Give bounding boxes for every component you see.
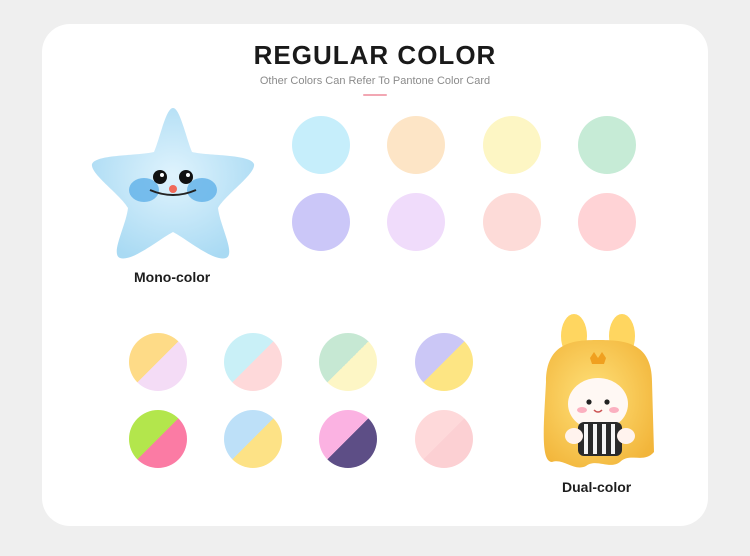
dual-color-label: Dual-color <box>562 479 632 495</box>
dual-swatch <box>129 410 187 468</box>
dual-swatch <box>319 333 377 391</box>
dual-swatch <box>415 410 473 468</box>
bunny-plush-image <box>543 314 654 468</box>
dual-swatch <box>224 333 282 391</box>
mono-swatch <box>387 116 445 174</box>
mono-color-label: Mono-color <box>134 269 211 285</box>
mono-swatch <box>292 193 350 251</box>
mono-swatch <box>578 193 636 251</box>
dual-swatch <box>224 410 282 468</box>
mono-swatch <box>387 193 445 251</box>
mono-swatch <box>483 193 541 251</box>
dual-swatch <box>129 333 187 391</box>
mono-swatch <box>483 116 541 174</box>
page-title: REGULAR COLOR <box>253 40 497 70</box>
page-subtitle: Other Colors Can Refer To Pantone Color … <box>259 75 491 87</box>
mono-swatch <box>292 116 350 174</box>
dual-swatch <box>319 410 377 468</box>
star-plush-image <box>91 108 255 259</box>
title-underline <box>363 94 387 96</box>
mono-swatch <box>578 116 636 174</box>
dual-swatch <box>415 333 473 391</box>
